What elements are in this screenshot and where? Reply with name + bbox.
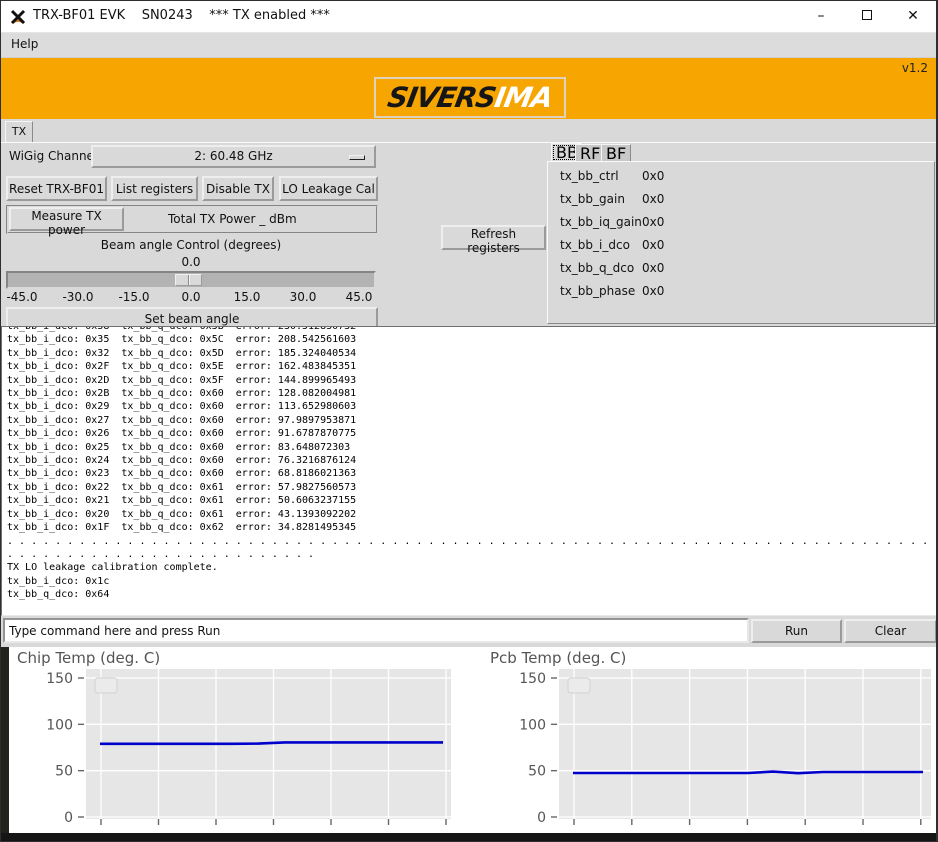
wigig-channel-label: WiGig Channel: [9, 149, 101, 163]
svg-text:0: 0 [64, 810, 73, 826]
command-row: Run Clear [1, 616, 936, 647]
svg-text:50: 50 [55, 764, 73, 780]
beam-tick-label: 30.0 [290, 290, 317, 304]
siversima-logo: SIVERSIMA [374, 77, 566, 118]
svg-text:100: 100 [46, 717, 73, 733]
register-name: tx_bb_q_dco [560, 261, 634, 275]
svg-text:50: 50 [528, 764, 546, 780]
beam-angle-slider-handle[interactable] [175, 274, 202, 286]
beam-tick-label: -15.0 [118, 290, 149, 304]
main-tab-bar: TX [1, 119, 936, 142]
beam-tick-label: 0.0 [181, 290, 200, 304]
background-window-sliver [1, 647, 9, 833]
tx-power-frame: Measure TX power Total TX Power _ dBm [6, 205, 378, 234]
register-name: tx_bb_iq_gain [560, 215, 642, 229]
disable-tx-button[interactable]: Disable TX [202, 176, 274, 201]
register-value: 0x0 [642, 238, 664, 252]
beam-tick-label: 15.0 [234, 290, 261, 304]
register-value: 0x0 [642, 192, 664, 206]
svg-text:150: 150 [519, 671, 546, 687]
charts-area: 0 50 100 150 Chip Temp (deg. C) 0 50 100 150 Pcb… [1, 647, 936, 833]
run-button[interactable]: Run [751, 619, 842, 643]
app-window: TRX-BF01 EVK SN0243 *** TX enabled *** –… [0, 0, 938, 842]
svg-text:Pcb Temp (deg. C): Pcb Temp (deg. C) [490, 649, 626, 667]
version-label: v1.2 [902, 61, 928, 75]
pcb-temp-chart: 0 50 100 150 Pcb Temp (deg. C) [469, 647, 938, 833]
svg-text:100: 100 [519, 717, 546, 733]
wigig-channel-value: 2: 60.48 GHz [194, 149, 272, 163]
register-pane: tx_bb_ctrl 0x0 tx_bb_gain 0x0 tx_bb_iq_g… [547, 161, 935, 324]
tx-pane: WiGig Channel: 2: 60.48 GHz Reset TRX-BF… [1, 142, 936, 326]
lo-leakage-cal-button[interactable]: LO Leakage Cal [279, 176, 378, 201]
svg-text:Chip Temp (deg. C): Chip Temp (deg. C) [17, 649, 160, 667]
reset-trx-button[interactable]: Reset TRX-BF01 [6, 176, 107, 201]
logo-text-sivers: SIVERS [385, 79, 499, 116]
chip-temp-figure: 0 50 100 150 Chip Temp (deg. C) [9, 647, 461, 833]
register-name: tx_bb_ctrl [560, 169, 619, 183]
background-taskbar-strip [1, 833, 936, 842]
title-bar: TRX-BF01 EVK SN0243 *** TX enabled *** –… [1, 1, 936, 33]
beam-angle-title: Beam angle Control (degrees) [101, 238, 281, 252]
wigig-channel-select[interactable]: 2: 60.48 GHz [91, 145, 376, 168]
measure-tx-power-button[interactable]: Measure TX power [9, 207, 124, 231]
register-name: tx_bb_i_dco [560, 238, 630, 252]
console-text: tx_bb_i_dco: 0x38 tx_bb_q_dco: 0x5B erro… [2, 326, 938, 602]
register-value: 0x0 [642, 169, 664, 183]
beam-angle-value: 0.0 [181, 255, 200, 269]
beam-angle-slider[interactable] [6, 271, 376, 289]
dropdown-indicator-icon [349, 155, 365, 160]
register-value: 0x0 [642, 215, 664, 229]
svg-text:0: 0 [537, 810, 546, 826]
menu-help[interactable]: Help [11, 37, 38, 51]
register-name: tx_bb_phase [560, 284, 635, 298]
beam-tick-label: -45.0 [6, 290, 37, 304]
console-log[interactable]: tx_bb_i_dco: 0x38 tx_bb_q_dco: 0x5B erro… [1, 326, 938, 616]
minimize-button[interactable]: – [798, 1, 844, 32]
command-input[interactable] [3, 618, 749, 643]
logo-text-ima: IMA [492, 79, 555, 116]
beam-tick-label: -30.0 [62, 290, 93, 304]
tab-tx[interactable]: TX [5, 121, 33, 142]
pcb-temp-figure: 0 50 100 150 Pcb Temp (deg. C) [469, 647, 938, 833]
total-tx-power-label: Total TX Power _ dBm [168, 212, 297, 226]
menu-bar: Help [1, 33, 936, 58]
list-registers-button[interactable]: List registers [111, 176, 198, 201]
register-value: 0x0 [642, 284, 664, 298]
slider-handle-ridge [188, 275, 190, 285]
clear-button[interactable]: Clear [844, 619, 937, 643]
beam-tick-label: 45.0 [346, 290, 373, 304]
register-value: 0x0 [642, 261, 664, 275]
register-name: tx_bb_gain [560, 192, 625, 206]
svg-text:150: 150 [46, 671, 73, 687]
window-title: TRX-BF01 EVK SN0243 *** TX enabled *** [33, 8, 330, 23]
app-x-icon [9, 8, 27, 26]
brand-banner: v1.2 SIVERSIMA [1, 58, 936, 119]
chip-temp-chart: 0 50 100 150 Chip Temp (deg. C) [9, 647, 461, 833]
close-button[interactable]: ✕ [890, 1, 936, 32]
refresh-registers-button[interactable]: Refresh registers [441, 225, 546, 250]
maximize-icon [862, 10, 872, 20]
maximize-button[interactable] [844, 1, 890, 32]
